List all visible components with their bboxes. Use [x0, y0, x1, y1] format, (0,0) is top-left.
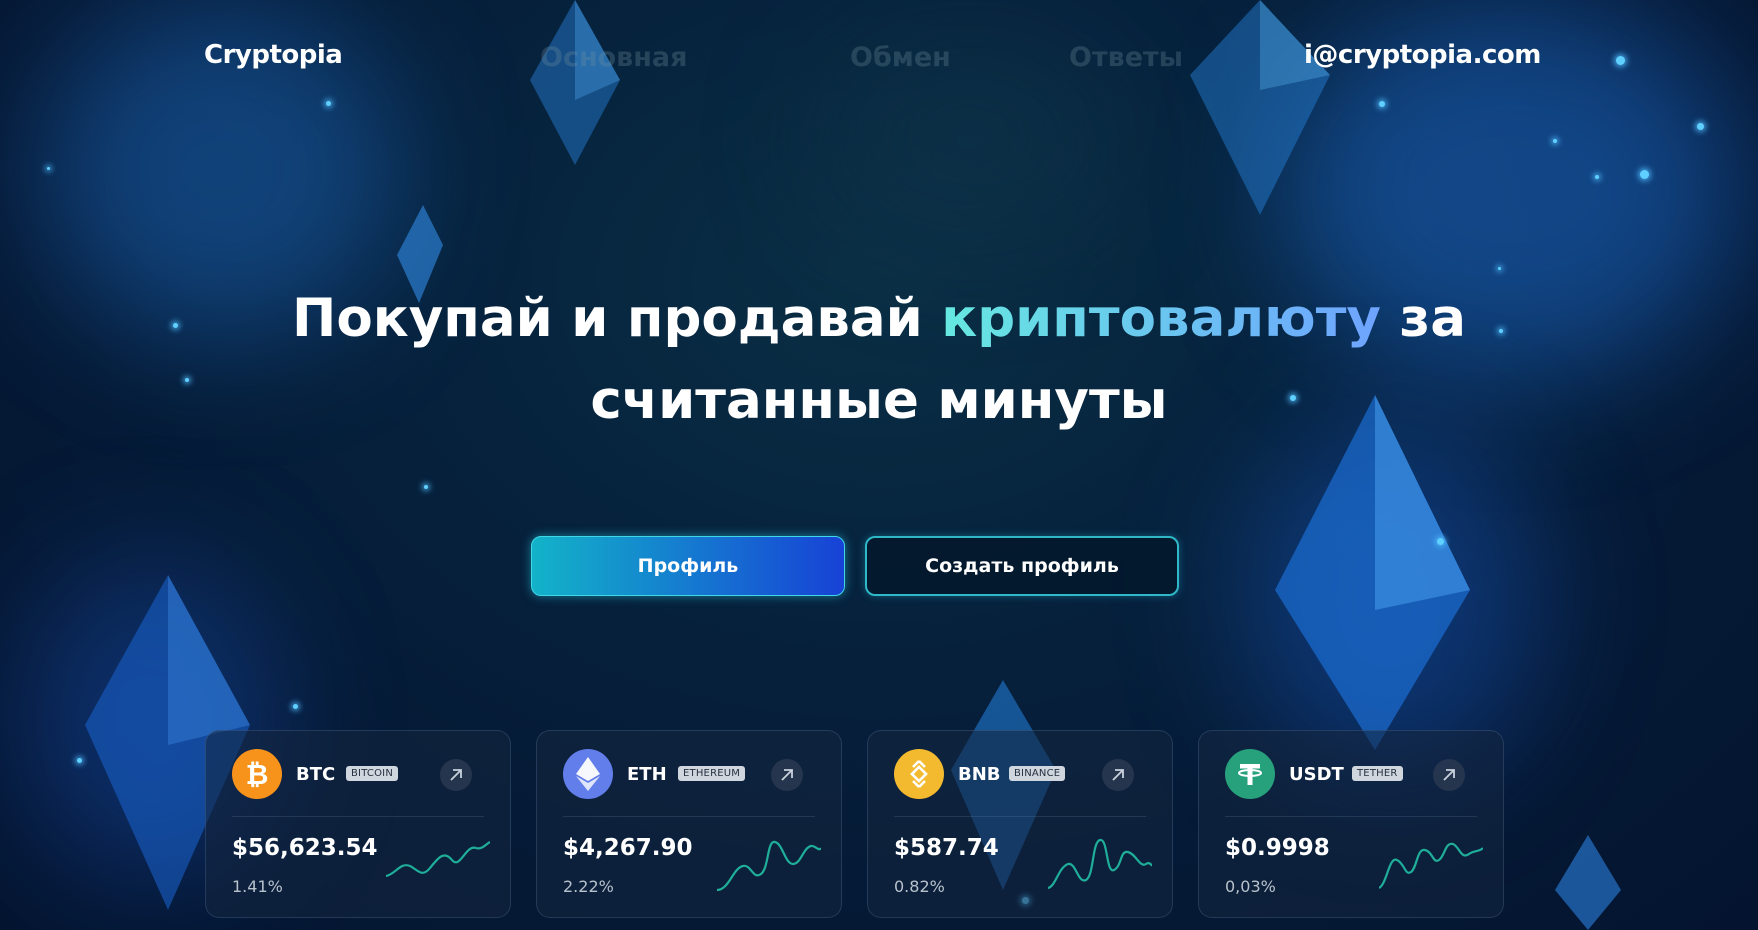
arrow-up-right-icon[interactable] [1102, 759, 1134, 791]
crypto-card-bnb[interactable]: BNB BINANCE $587.74 0.82% [867, 730, 1173, 918]
crypto-card-eth[interactable]: ETH ETHEREUM $4,267.90 2.22% [536, 730, 842, 918]
sparkline-chart [1048, 838, 1152, 890]
coin-price: $0.9998 [1225, 835, 1330, 861]
coin-name-badge: BITCOIN [346, 766, 399, 781]
coin-price: $56,623.54 [232, 835, 378, 861]
sparkline-chart [386, 841, 490, 878]
coin-symbol: USDT [1289, 764, 1344, 785]
hero-accent-word: криптовалюту [941, 288, 1381, 349]
card-divider [1225, 816, 1477, 817]
crystal-decoration [1190, 0, 1330, 215]
crystal-decoration [1275, 395, 1470, 750]
coin-price: $4,267.90 [563, 835, 693, 861]
contact-email[interactable]: i@cryptopia.com [1304, 40, 1541, 70]
tether-icon [1225, 749, 1275, 799]
hero-text-part1: Покупай и продавай [291, 288, 942, 349]
arrow-up-right-icon[interactable] [440, 759, 472, 791]
sparkline-chart [1379, 842, 1483, 889]
coin-name-badge: TETHER [1352, 766, 1403, 781]
card-divider [894, 816, 1146, 817]
coin-name-badge: ETHEREUM [678, 766, 746, 781]
nav-link-main[interactable]: Основная [540, 42, 687, 73]
profile-button[interactable]: Профиль [531, 536, 845, 596]
crystal-decoration [530, 0, 620, 165]
bitcoin-icon: ₿ [232, 749, 282, 799]
crypto-card-btc[interactable]: ₿ BTC BITCOIN $56,623.54 1.41% [205, 730, 511, 918]
crystal-decoration [1555, 835, 1621, 930]
binance-icon [894, 749, 944, 799]
coin-price: $587.74 [894, 835, 999, 861]
arrow-up-right-icon[interactable] [1433, 759, 1465, 791]
hero-line-1: Покупай и продавай криптовалюту за [0, 278, 1758, 360]
coin-change: 0,03% [1225, 877, 1276, 896]
hero-line-2: считанные минуты [590, 370, 1168, 431]
coin-change: 1.41% [232, 877, 283, 896]
create-profile-button[interactable]: Создать профиль [865, 536, 1179, 596]
coin-change: 2.22% [563, 877, 614, 896]
crypto-card-usdt[interactable]: USDT TETHER $0.9998 0,03% [1198, 730, 1504, 918]
hero-text-part2: за [1380, 288, 1466, 349]
arrow-up-right-icon[interactable] [771, 759, 803, 791]
coin-change: 0.82% [894, 877, 945, 896]
coin-symbol: ETH [627, 764, 667, 785]
sparkline-chart [717, 840, 821, 892]
ethereum-icon [563, 749, 613, 799]
hero-heading: Покупай и продавай криптовалюту за счита… [0, 278, 1758, 442]
coin-symbol: BNB [958, 764, 1001, 785]
brand-logo[interactable]: Cryptopia [204, 40, 343, 70]
nav-link-exchange[interactable]: Обмен [850, 42, 951, 73]
nav-link-faq[interactable]: Ответы [1069, 42, 1183, 73]
coin-symbol: BTC [296, 764, 336, 785]
card-divider [232, 816, 484, 817]
coin-name-badge: BINANCE [1009, 766, 1066, 781]
card-divider [563, 816, 815, 817]
top-nav: Cryptopia Основная Обмен Ответы i@crypto… [0, 40, 1758, 80]
